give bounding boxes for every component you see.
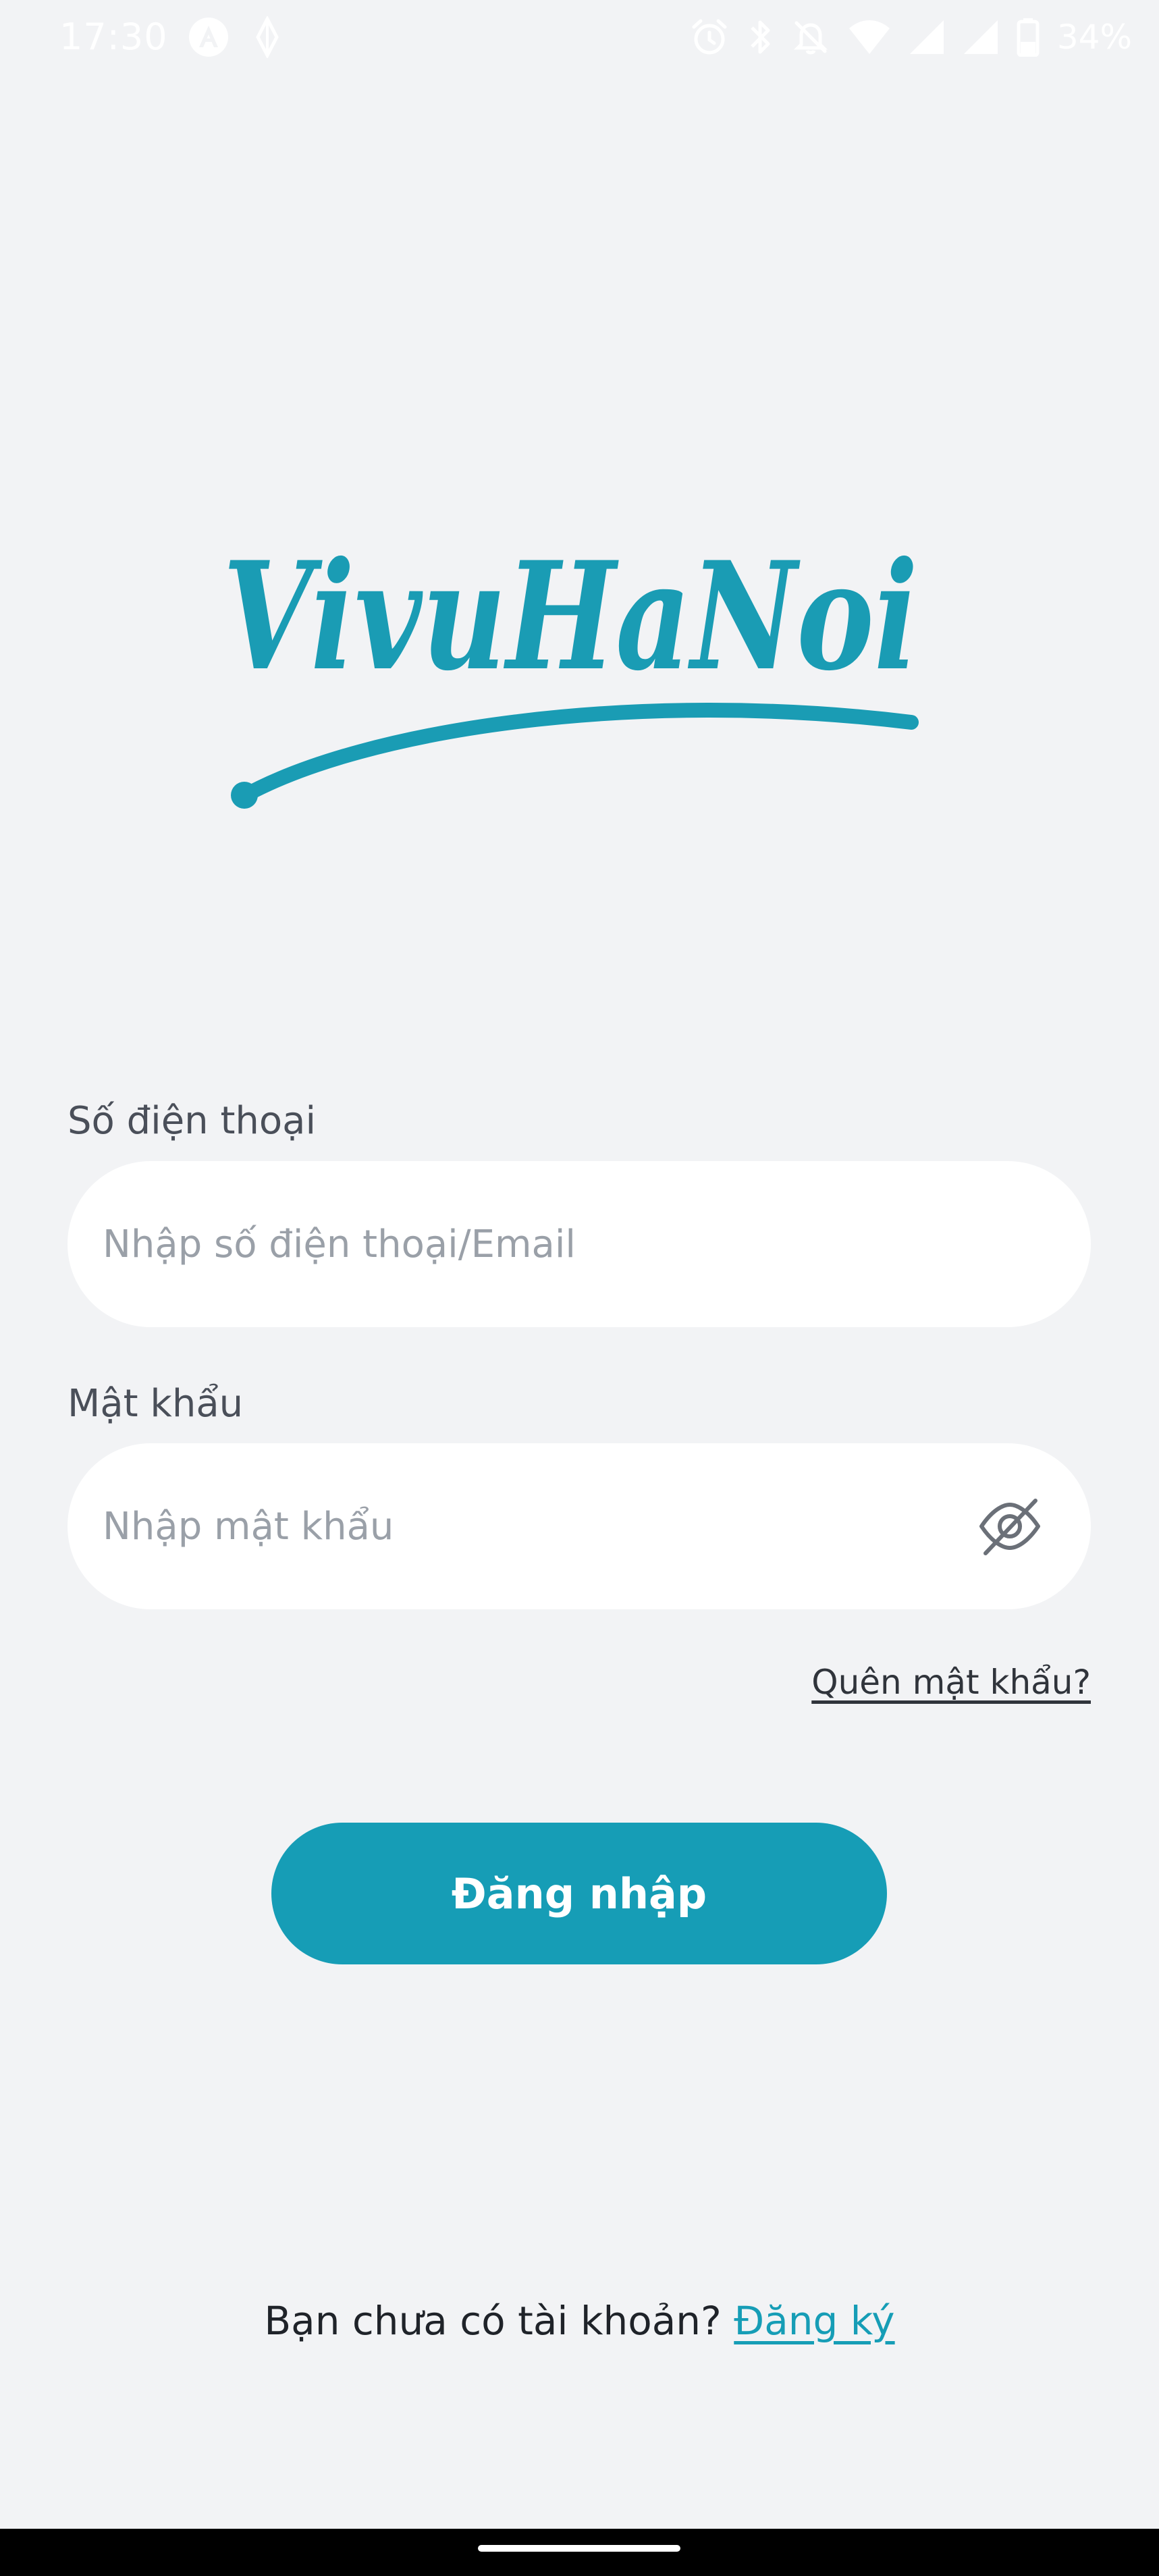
signal-icon	[909, 19, 945, 55]
bluetooth-icon	[747, 17, 774, 57]
status-right-icons: 34%	[690, 15, 1132, 59]
alarm-icon	[690, 18, 729, 57]
status-time: 17:30	[59, 16, 168, 58]
eye-off-icon[interactable]	[976, 1493, 1044, 1560]
bell-off-icon	[791, 18, 830, 57]
status-left-icons	[188, 15, 281, 59]
phone-input[interactable]	[103, 1161, 980, 1327]
home-indicator[interactable]	[478, 2545, 680, 2552]
notification-a-icon	[188, 16, 230, 58]
app-logo: VivuHaNoi	[216, 527, 952, 824]
login-screen: 17:30 34% VivuHaNoi Số điện thoại Nhập s…	[0, 0, 1159, 2576]
signup-prompt: Bạn chưa có tài khoản?	[264, 2298, 722, 2344]
system-nav-bar	[0, 2529, 1159, 2576]
password-label: Mật khẩu	[68, 1382, 244, 1426]
diamond-icon	[254, 16, 281, 58]
wifi-icon	[848, 19, 891, 55]
signup-link[interactable]: Đăng ký	[734, 2298, 894, 2344]
password-field[interactable]	[68, 1443, 1091, 1609]
battery-percentage: 34%	[1056, 18, 1132, 57]
login-button[interactable]: Đăng nhập	[271, 1823, 887, 1964]
battery-icon	[1017, 18, 1040, 57]
phone-label: Số điện thoại	[68, 1099, 317, 1143]
status-bar: 17:30 34%	[0, 0, 1159, 74]
signup-row: Bạn chưa có tài khoản? Đăng ký	[0, 2295, 1159, 2346]
password-input[interactable]	[103, 1443, 980, 1609]
phone-field[interactable]	[68, 1161, 1091, 1327]
logo-wordmark: VivuHaNoi	[223, 529, 918, 703]
forgot-password-link[interactable]: Quên mật khẩu?	[811, 1661, 1091, 1704]
signal-icon	[963, 19, 999, 55]
